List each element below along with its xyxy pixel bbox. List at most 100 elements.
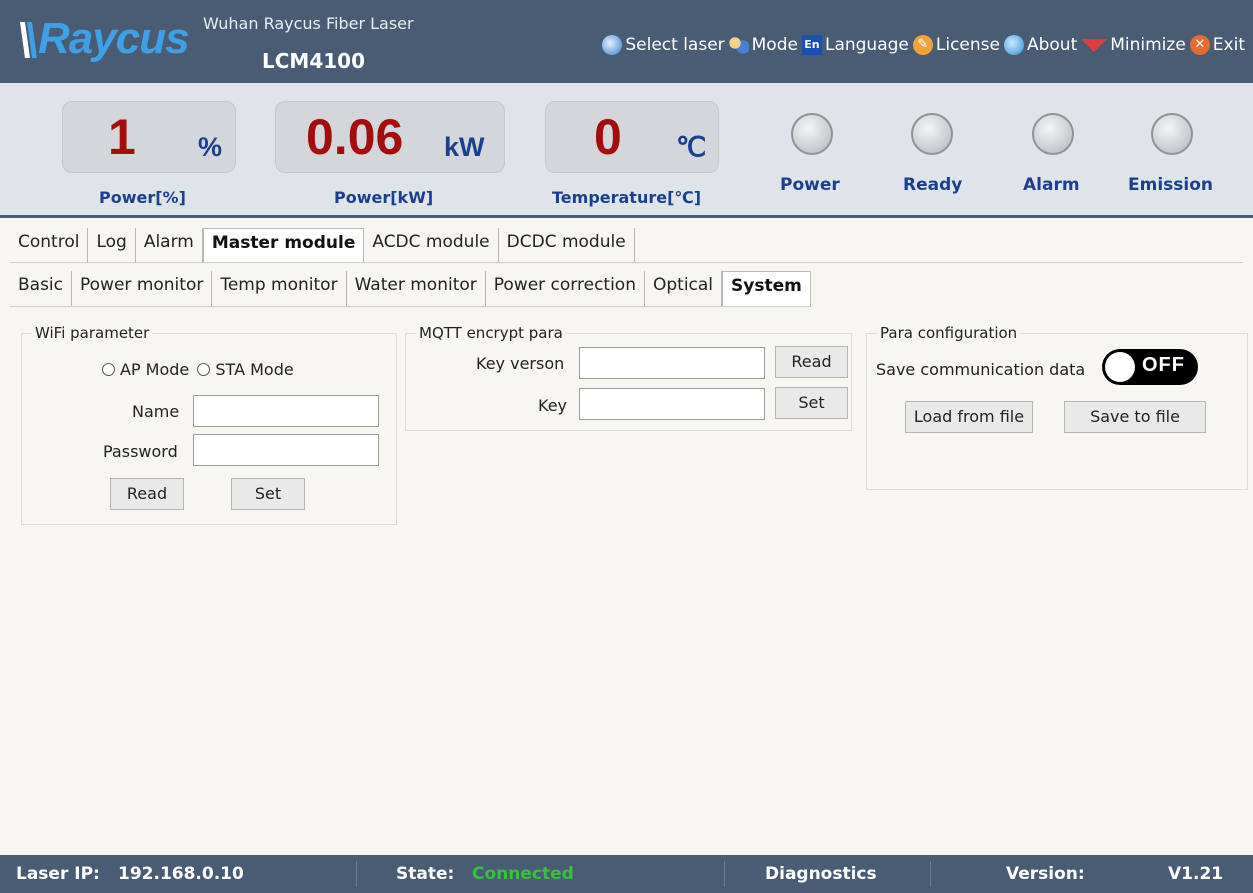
diagnostics-link[interactable]: Diagnostics <box>765 855 877 893</box>
para-group-title: Para configuration <box>877 324 1021 342</box>
save-comm-data-label: Save communication data <box>876 360 1086 379</box>
power-kw-value: 0.06 <box>306 109 404 165</box>
load-from-file-button[interactable]: Load from file <box>905 401 1033 433</box>
laser-ip-value: 192.168.0.10 <box>118 864 244 884</box>
license-label: License <box>935 35 1000 55</box>
main-tab-bar: Control Log Alarm Master module ACDC mod… <box>10 228 635 262</box>
power-percent-unit: % <box>198 132 223 162</box>
language-icon: En <box>801 35 822 55</box>
tab-temp-monitor[interactable]: Temp monitor <box>212 271 347 306</box>
language-menu[interactable]: En Language <box>801 35 909 55</box>
temperature-unit: ℃ <box>676 132 707 162</box>
tab-power-correction[interactable]: Power correction <box>486 271 645 306</box>
exit-label: Exit <box>1212 35 1245 55</box>
power-percent-value: 1 <box>108 109 136 165</box>
status-separator <box>724 861 725 887</box>
power-kw-readout: 0.06 kW <box>275 101 505 173</box>
ap-mode-radio[interactable]: AP Mode <box>102 360 189 379</box>
status-separator <box>930 861 931 887</box>
about-label: About <box>1026 35 1078 55</box>
power-kw-label: Power[kW] <box>334 188 434 207</box>
info-icon <box>1003 35 1024 55</box>
tab-dcdc-module[interactable]: DCDC module <box>499 228 635 262</box>
key-label: Key <box>538 396 568 415</box>
key-version-input[interactable] <box>579 347 765 379</box>
power-percent-label: Power[%] <box>99 188 186 207</box>
license-icon: ✎ <box>912 35 933 55</box>
title-bar: Raycus Wuhan Raycus Fiber Laser LCM4100 … <box>0 0 1253 83</box>
license-menu[interactable]: ✎ License <box>912 35 1000 55</box>
minimize-label: Minimize <box>1110 35 1186 55</box>
about-menu[interactable]: About <box>1003 35 1078 55</box>
tab-acdc-module[interactable]: ACDC module <box>364 228 499 262</box>
tab-control[interactable]: Control <box>10 228 89 262</box>
save-to-file-button[interactable]: Save to file <box>1064 401 1206 433</box>
select-laser-menu[interactable]: Select laser <box>602 35 725 55</box>
alarm-led-label: Alarm <box>1023 175 1080 195</box>
mqtt-group-title: MQTT encrypt para <box>416 324 566 342</box>
exit-menu[interactable]: ✕ Exit <box>1189 35 1245 55</box>
wifi-parameter-group: WiFi parameter AP Mode STA Mode Name Pas… <box>21 324 397 525</box>
wifi-group-title: WiFi parameter <box>32 324 153 342</box>
mqtt-set-button[interactable]: Set <box>775 387 848 419</box>
tab-optical[interactable]: Optical <box>645 271 723 306</box>
tab-divider <box>10 262 1243 263</box>
top-menu: Select laser Mode En Language ✎ License … <box>598 35 1245 55</box>
state-label: State: <box>396 864 455 884</box>
language-label: Language <box>824 35 909 55</box>
minimize-menu[interactable]: Minimize <box>1081 35 1186 55</box>
power-percent-readout: 1 % <box>62 101 236 173</box>
emission-led-label: Emission <box>1128 175 1213 195</box>
power-led-label: Power <box>780 175 840 195</box>
mqtt-encrypt-group: MQTT encrypt para Key verson Read Key Se… <box>405 324 852 431</box>
ap-mode-label: AP Mode <box>120 360 190 379</box>
toggle-state-label: OFF <box>1142 354 1185 376</box>
state-value: Connected <box>472 864 574 884</box>
temperature-label: Temperature[℃] <box>552 188 702 207</box>
mode-menu[interactable]: Mode <box>728 35 798 55</box>
mqtt-read-button[interactable]: Read <box>775 346 848 378</box>
tab-water-monitor[interactable]: Water monitor <box>347 271 486 306</box>
select-laser-label: Select laser <box>625 35 725 55</box>
sub-tab-bar: Basic Power monitor Temp monitor Water m… <box>10 271 811 307</box>
version-label: Version: <box>1006 864 1085 884</box>
wifi-name-input[interactable] <box>193 395 379 427</box>
minimize-icon <box>1081 38 1108 52</box>
logo-mark-icon <box>20 22 37 58</box>
tab-master-module[interactable]: Master module <box>202 228 365 262</box>
wifi-set-button[interactable]: Set <box>231 478 305 510</box>
wifi-read-button[interactable]: Read <box>110 478 184 510</box>
temperature-value: 0 <box>594 109 622 165</box>
tab-basic[interactable]: Basic <box>10 271 73 306</box>
key-version-label: Key verson <box>476 354 565 373</box>
radio-icon <box>197 363 211 376</box>
wifi-mode-radios: AP Mode STA Mode <box>102 360 294 379</box>
tab-system[interactable]: System <box>722 271 811 306</box>
tab-log[interactable]: Log <box>88 228 136 262</box>
users-icon <box>728 35 749 55</box>
status-separator <box>356 861 357 887</box>
sta-mode-label: STA Mode <box>215 360 294 379</box>
company-name: Wuhan Raycus Fiber Laser <box>203 14 414 33</box>
tab-alarm[interactable]: Alarm <box>136 228 203 262</box>
power-kw-unit: kW <box>444 132 485 162</box>
raycus-logo: Raycus <box>18 14 190 64</box>
wifi-password-label: Password <box>103 442 178 461</box>
alarm-led-icon <box>1032 113 1074 155</box>
ready-led-icon <box>911 113 953 155</box>
save-comm-data-toggle[interactable]: OFF <box>1102 349 1198 385</box>
model-name: LCM4100 <box>262 49 365 73</box>
wifi-name-label: Name <box>132 402 180 421</box>
radio-icon <box>102 363 115 376</box>
mode-label: Mode <box>751 35 798 55</box>
emission-led-icon <box>1151 113 1193 155</box>
key-input[interactable] <box>579 388 765 420</box>
close-icon: ✕ <box>1189 35 1210 55</box>
version-value: V1.21 <box>1168 864 1224 884</box>
status-panel: 1 % Power[%] 0.06 kW Power[kW] 0 ℃ Tempe… <box>0 83 1253 218</box>
wifi-password-input[interactable] <box>193 434 379 466</box>
globe-icon <box>602 35 623 55</box>
logo-text: Raycus <box>38 14 190 63</box>
tab-power-monitor[interactable]: Power monitor <box>72 271 213 306</box>
sta-mode-radio[interactable]: STA Mode <box>194 360 294 379</box>
